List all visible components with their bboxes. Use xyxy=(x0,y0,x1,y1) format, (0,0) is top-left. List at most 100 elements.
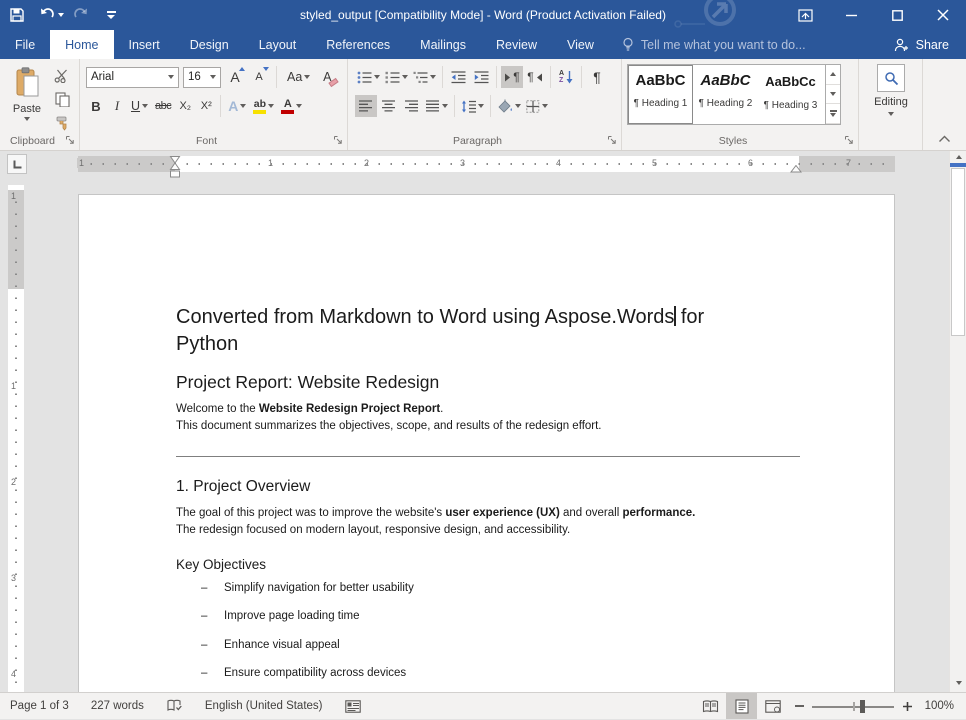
word-count[interactable]: 227 words xyxy=(91,700,144,712)
bullets-button[interactable] xyxy=(355,66,382,88)
save-icon[interactable] xyxy=(0,0,34,30)
paste-dropdown-caret[interactable] xyxy=(24,117,30,121)
web-layout-icon[interactable] xyxy=(757,693,788,719)
clear-formatting-button[interactable]: A xyxy=(317,66,337,88)
style-heading-2[interactable]: AaBbC ¶ Heading 2 xyxy=(693,65,758,124)
styles-more-icon[interactable] xyxy=(826,104,840,124)
tab-insert[interactable]: Insert xyxy=(114,30,175,59)
print-layout-icon[interactable] xyxy=(726,693,757,719)
undo-button[interactable] xyxy=(34,0,68,30)
tab-stop-selector[interactable] xyxy=(7,154,27,174)
align-left-button[interactable] xyxy=(355,95,377,117)
multilevel-caret[interactable] xyxy=(430,75,436,79)
copy-icon[interactable] xyxy=(52,91,72,108)
format-painter-icon[interactable] xyxy=(52,115,72,132)
subscript-button[interactable]: X₂ xyxy=(175,95,195,117)
borders-caret[interactable] xyxy=(542,104,548,108)
borders-button[interactable] xyxy=(524,95,550,117)
macro-panel-icon[interactable] xyxy=(345,700,361,713)
style-heading-1[interactable]: AaBbC ¶ Heading 1 xyxy=(628,65,693,124)
paragraph-dialog-launcher-icon[interactable] xyxy=(607,135,617,145)
proofing-status-icon[interactable] xyxy=(166,699,183,713)
style-heading-3[interactable]: AaBbCc ¶ Heading 3 xyxy=(758,65,823,124)
minimize-button[interactable] xyxy=(828,0,874,30)
multilevel-list-button[interactable] xyxy=(411,66,438,88)
numbering-button[interactable] xyxy=(383,66,410,88)
grow-font-button[interactable]: A xyxy=(225,66,245,88)
font-color-caret[interactable] xyxy=(296,104,302,108)
highlight-caret[interactable] xyxy=(268,104,274,108)
tab-design[interactable]: Design xyxy=(175,30,244,59)
increase-indent-button[interactable] xyxy=(470,66,492,88)
document-page[interactable]: Converted from Markdown to Word using As… xyxy=(78,194,895,692)
show-paragraph-marks-button[interactable]: ¶ xyxy=(586,66,608,88)
font-dialog-launcher-icon[interactable] xyxy=(333,135,343,145)
ribbon-display-options-icon[interactable] xyxy=(782,0,828,30)
shading-caret[interactable] xyxy=(515,104,521,108)
font-size-combo[interactable]: 16 xyxy=(183,67,221,88)
shrink-font-button[interactable]: A xyxy=(249,66,269,88)
text-highlight-button[interactable]: ab xyxy=(250,95,277,117)
styles-scroll-down-icon[interactable] xyxy=(826,85,840,105)
find-search-box[interactable] xyxy=(877,64,905,92)
page-indicator[interactable]: Page 1 of 3 xyxy=(10,700,69,712)
align-right-button[interactable] xyxy=(401,95,423,117)
tell-me-box[interactable]: Tell me what you want to do... xyxy=(622,30,806,59)
scroll-up-icon[interactable] xyxy=(950,151,966,167)
tab-layout[interactable]: Layout xyxy=(244,30,312,59)
numbering-caret[interactable] xyxy=(402,75,408,79)
font-color-button[interactable]: A xyxy=(278,95,305,117)
bullets-caret[interactable] xyxy=(374,75,380,79)
decrease-indent-button[interactable] xyxy=(447,66,469,88)
tab-view[interactable]: View xyxy=(552,30,609,59)
underline-button[interactable]: U xyxy=(128,95,151,117)
zoom-slider[interactable] xyxy=(810,693,896,719)
change-case-button[interactable]: Aa xyxy=(284,66,313,88)
vertical-scrollbar[interactable] xyxy=(949,151,966,692)
zoom-out-button[interactable] xyxy=(788,693,810,719)
tab-home[interactable]: Home xyxy=(50,30,113,59)
font-family-combo[interactable]: Arial xyxy=(86,67,179,88)
paste-button[interactable]: Paste xyxy=(5,64,49,134)
line-spacing-caret[interactable] xyxy=(478,104,484,108)
right-indent-marker[interactable] xyxy=(790,165,802,173)
text-effects-button[interactable]: A xyxy=(225,95,249,117)
zoom-slider-thumb[interactable] xyxy=(860,700,865,713)
sort-button[interactable]: AZ xyxy=(555,66,577,88)
line-spacing-button[interactable] xyxy=(459,95,486,117)
strikethrough-button[interactable]: abc xyxy=(152,95,174,117)
zoom-in-button[interactable] xyxy=(896,693,918,719)
undo-dropdown-caret[interactable] xyxy=(58,13,64,17)
indent-markers[interactable] xyxy=(169,156,181,180)
clipboard-dialog-launcher-icon[interactable] xyxy=(65,135,75,145)
underline-glyph: U xyxy=(131,99,140,113)
left-to-right-button[interactable]: ¶ xyxy=(501,66,523,88)
right-to-left-button[interactable]: ¶ xyxy=(524,66,546,88)
tab-file[interactable]: File xyxy=(0,30,50,59)
scroll-down-icon[interactable] xyxy=(950,675,966,691)
italic-button[interactable]: I xyxy=(107,95,127,117)
maximize-button[interactable] xyxy=(874,0,920,30)
align-center-button[interactable] xyxy=(378,95,400,117)
close-button[interactable] xyxy=(920,0,966,30)
cut-icon[interactable] xyxy=(52,67,72,84)
bold-button[interactable]: B xyxy=(86,95,106,117)
tab-references[interactable]: References xyxy=(311,30,405,59)
justify-caret[interactable] xyxy=(442,104,448,108)
customize-quick-access-icon[interactable] xyxy=(94,0,128,30)
tab-mailings[interactable]: Mailings xyxy=(405,30,481,59)
justify-button[interactable] xyxy=(424,95,450,117)
editing-button[interactable]: Editing xyxy=(859,64,923,116)
collapse-ribbon-icon[interactable] xyxy=(938,135,951,143)
styles-dialog-launcher-icon[interactable] xyxy=(844,135,854,145)
share-button[interactable]: Share xyxy=(877,30,966,59)
scrollbar-thumb[interactable] xyxy=(951,168,965,336)
zoom-percentage[interactable]: 100% xyxy=(918,700,966,712)
tab-review[interactable]: Review xyxy=(481,30,552,59)
underline-caret[interactable] xyxy=(142,104,148,108)
styles-scroll-up-icon[interactable] xyxy=(826,65,840,85)
language-indicator[interactable]: English (United States) xyxy=(205,700,323,712)
superscript-button[interactable]: X² xyxy=(196,95,216,117)
read-mode-icon[interactable] xyxy=(695,693,726,719)
shading-button[interactable] xyxy=(495,95,523,117)
